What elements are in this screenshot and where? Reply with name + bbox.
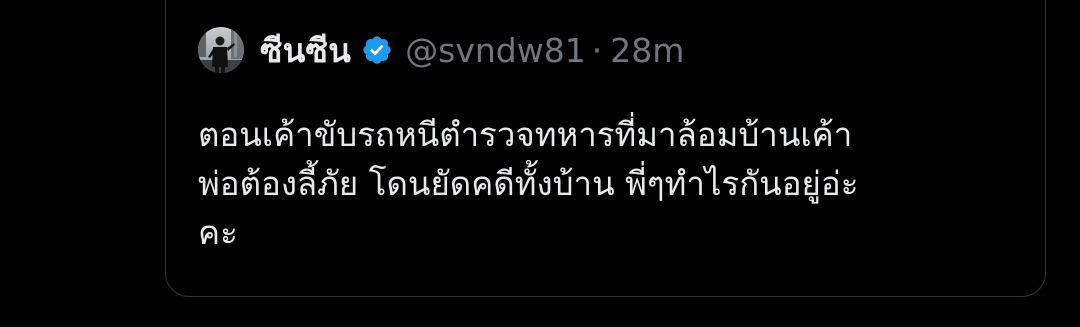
verified-badge-icon	[361, 34, 393, 66]
quoted-tweet-text: ตอนเค้าขับรถหนีตำรวจทหารที่มาล้อมบ้านเค้…	[198, 110, 1018, 257]
author-handle[interactable]: @svndw81	[405, 34, 586, 67]
tweet-text-line: ตอนเค้าขับรถหนีตำรวจทหารที่มาล้อมบ้านเค้…	[198, 115, 853, 154]
separator-dot: ·	[591, 30, 603, 70]
tweet-text-line: คะ	[198, 213, 238, 252]
tweet-timestamp[interactable]: 28m	[610, 34, 684, 67]
tweet-text-line: พ่อต้องลี้ภัย โดนยัดคดีทั้งบ้าน พี่ๆทำไร…	[198, 164, 859, 203]
quoted-tweet-header: ซีนซีน @svndw81 · 28m	[198, 24, 684, 76]
author-display-name[interactable]: ซีนซีน	[260, 34, 351, 67]
avatar[interactable]	[198, 27, 244, 73]
